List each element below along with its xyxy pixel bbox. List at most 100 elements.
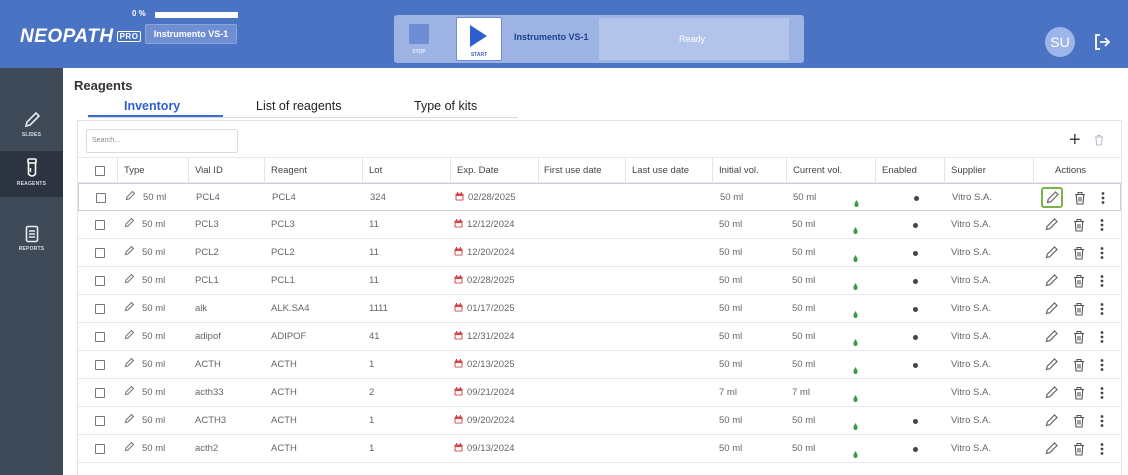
header-supplier[interactable]: Supplier	[951, 160, 986, 182]
table-row[interactable]: 50 ml acth33 ACTH 2 09/21/2024 7 ml 7 ml Vitro …	[78, 379, 1121, 407]
initial-vol-cell: 50 ml	[719, 359, 743, 370]
type-cell: 50 ml	[142, 415, 166, 426]
add-reagent-button[interactable]: +	[1069, 130, 1081, 150]
more-icon[interactable]	[1100, 246, 1104, 265]
row-checkbox[interactable]	[95, 444, 105, 454]
logout-icon[interactable]	[1092, 32, 1112, 52]
type-pencil-icon	[124, 240, 135, 268]
tab-inventory[interactable]: Inventory	[124, 99, 180, 113]
header-first-use-date[interactable]: First use date	[544, 160, 602, 182]
header-enabled[interactable]: Enabled	[882, 160, 917, 182]
type-pencil-icon	[124, 268, 135, 296]
trash-icon[interactable]	[1073, 414, 1085, 433]
edit-icon[interactable]	[1044, 273, 1059, 293]
header-lot[interactable]: Lot	[369, 160, 382, 182]
row-checkbox[interactable]	[95, 332, 105, 342]
trash-icon[interactable]	[1073, 330, 1085, 349]
more-icon[interactable]	[1100, 358, 1104, 377]
lot-cell: 1	[369, 443, 375, 454]
row-checkbox[interactable]	[95, 304, 105, 314]
current-vol-cell: 50 ml	[792, 219, 816, 230]
column-divider	[944, 158, 945, 182]
table-row[interactable]: 50 ml PCL2 PCL2 11 12/20/2024 50 ml 50 ml Vitro…	[78, 239, 1121, 267]
start-button[interactable]: START	[456, 17, 502, 61]
column-divider	[450, 158, 451, 182]
supplier-cell: Vitro S.A.	[951, 219, 991, 230]
table-row[interactable]: 50 ml PCL3 PCL3 11 12/12/2024 50 ml 50 ml Vitro…	[78, 211, 1121, 239]
header-exp-date[interactable]: Exp. Date	[457, 160, 499, 182]
sidebar-item-slides[interactable]: SLIDES	[0, 104, 63, 150]
type-cell: 50 ml	[142, 359, 166, 370]
edit-icon[interactable]	[1044, 217, 1059, 237]
more-icon[interactable]	[1100, 302, 1104, 321]
trash-icon[interactable]	[1073, 358, 1085, 377]
table-row[interactable]: 50 ml alk ALK.SA4 1111 01/17/2025 50 ml 50 ml V…	[78, 295, 1121, 323]
header-reagent[interactable]: Reagent	[271, 160, 307, 182]
more-icon[interactable]	[1100, 386, 1104, 405]
column-divider	[712, 158, 713, 182]
sidebar-item-label: SLIDES	[21, 132, 42, 138]
tab-list-of-reagents[interactable]: List of reagents	[256, 99, 341, 113]
select-all-checkbox[interactable]	[95, 166, 105, 176]
header-last-use-date[interactable]: Last use date	[632, 160, 689, 182]
reagent-cell: PCL2	[271, 247, 295, 258]
header-vial-id[interactable]: Vial ID	[195, 160, 223, 182]
edit-icon[interactable]	[1044, 441, 1059, 461]
more-icon[interactable]	[1101, 191, 1105, 210]
edit-icon[interactable]	[1044, 245, 1059, 265]
edit-icon[interactable]	[1044, 385, 1059, 405]
row-checkbox[interactable]	[95, 220, 105, 230]
trash-icon[interactable]	[1073, 442, 1085, 461]
sidebar-item-reports[interactable]: REPORTS	[0, 218, 63, 264]
sidebar-item-reagents[interactable]: REAGENTS	[0, 151, 63, 197]
row-checkbox[interactable]	[95, 388, 105, 398]
trash-icon[interactable]	[1073, 302, 1085, 321]
edit-icon[interactable]	[1044, 301, 1059, 321]
delete-selected-icon[interactable]	[1094, 134, 1104, 146]
header-initial-vol[interactable]: Initial vol.	[719, 160, 759, 182]
type-pencil-icon	[124, 324, 135, 352]
row-checkbox[interactable]	[95, 248, 105, 258]
table-row[interactable]: 50 ml ACTH ACTH 1 02/13/2025 50 ml 50 ml Vitro …	[78, 351, 1121, 379]
more-icon[interactable]	[1100, 330, 1104, 349]
header-current-vol[interactable]: Current vol.	[793, 160, 842, 182]
type-pencil-icon	[124, 436, 135, 464]
more-icon[interactable]	[1100, 218, 1104, 237]
lot-cell: 11	[369, 247, 379, 258]
header-actions: Actions	[1055, 165, 1087, 176]
table-row[interactable]: 50 ml acth2 ACTH 1 09/13/2024 50 ml 50 ml Vitro…	[78, 435, 1121, 463]
table-row[interactable]: 50 ml ACTH3 ACTH 1 09/20/2024 50 ml 50 ml Vitro…	[78, 407, 1121, 435]
instrument-selector[interactable]: Instrumento VS-1	[145, 24, 237, 44]
current-vol-cell: 50 ml	[792, 443, 816, 454]
trash-icon[interactable]	[1073, 246, 1085, 265]
more-icon[interactable]	[1100, 274, 1104, 293]
edit-icon[interactable]	[1044, 413, 1059, 433]
user-avatar[interactable]: SU	[1045, 27, 1075, 57]
table-row[interactable]: 50 ml PCL4 PCL4 324 02/28/2025 50 ml 50 ml Vitr…	[78, 183, 1121, 211]
type-cell: 50 ml	[142, 387, 166, 398]
search-input[interactable]: Search...	[86, 129, 238, 153]
row-checkbox[interactable]	[95, 360, 105, 370]
stop-button[interactable]: STOP	[406, 21, 432, 57]
trash-icon[interactable]	[1073, 218, 1085, 237]
exp-date-cell: 02/28/2025	[468, 192, 516, 203]
edit-icon[interactable]	[1044, 357, 1059, 377]
reagent-cell: PCL3	[271, 219, 295, 230]
trash-icon[interactable]	[1074, 191, 1086, 210]
row-checkbox[interactable]	[95, 416, 105, 426]
more-icon[interactable]	[1100, 442, 1104, 461]
row-checkbox[interactable]	[95, 276, 105, 286]
edit-icon[interactable]	[1045, 190, 1060, 210]
more-icon[interactable]	[1100, 414, 1104, 433]
table-row[interactable]: 50 ml adipof ADIPOF 41 12/31/2024 50 ml 50 ml V…	[78, 323, 1121, 351]
table-row[interactable]: 50 ml PCL1 PCL1 11 02/28/2025 50 ml 50 ml Vitro…	[78, 267, 1121, 295]
tab-type-of-kits[interactable]: Type of kits	[414, 99, 477, 113]
trash-icon[interactable]	[1073, 386, 1085, 405]
header-type[interactable]: Type	[124, 160, 145, 182]
vial-id-cell: acth2	[195, 443, 219, 454]
edit-icon[interactable]	[1044, 329, 1059, 349]
trash-icon[interactable]	[1073, 274, 1085, 293]
row-checkbox[interactable]	[96, 193, 106, 203]
supplier-cell: Vitro S.A.	[951, 443, 991, 454]
supplier-cell: Vitro S.A.	[951, 275, 991, 286]
